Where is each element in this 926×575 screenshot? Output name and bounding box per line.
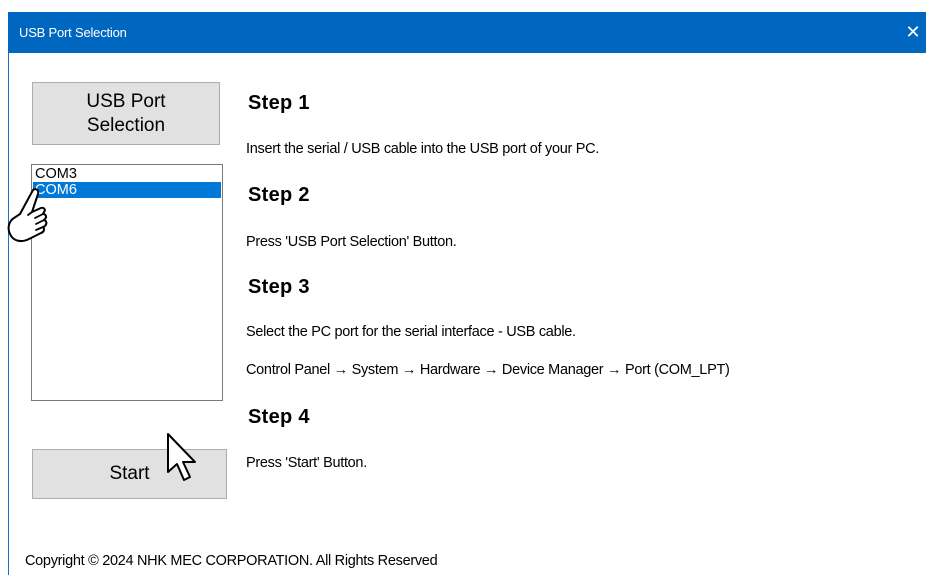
step-1-text: Insert the serial / USB cable into the U… <box>246 141 600 157</box>
step-2-title: Step 2 <box>248 184 310 206</box>
step-1-title: Step 1 <box>248 92 310 114</box>
hand-pointer-icon <box>7 188 48 243</box>
copyright-text: Copyright © 2024 NHK MEC CORPORATION. Al… <box>25 553 438 569</box>
arrow-cursor-icon <box>167 433 196 481</box>
window-title: USB Port Selection <box>19 25 127 40</box>
step-3-text: Select the PC port for the serial interf… <box>246 324 576 340</box>
usb-port-selection-button[interactable]: USB Port Selection <box>32 82 220 145</box>
usb-port-selection-window: USB Port Selection ✕ USB Port Selection … <box>7 12 926 575</box>
port-listbox[interactable]: COM3 COM6 <box>31 164 223 401</box>
step-4-title: Step 4 <box>248 406 310 428</box>
title-bar: USB Port Selection ✕ <box>8 12 926 53</box>
step-3-title: Step 3 <box>248 276 310 298</box>
usb-port-selection-button-label: USB Port Selection <box>86 90 166 136</box>
close-button[interactable]: ✕ <box>899 12 926 53</box>
step-2-text: Press 'USB Port Selection' Button. <box>246 234 457 250</box>
port-list-item-com3[interactable]: COM3 <box>33 166 221 182</box>
port-list-item-com6[interactable]: COM6 <box>33 182 221 198</box>
step-4-text: Press 'Start' Button. <box>246 455 367 471</box>
start-button-label: Start <box>109 463 150 485</box>
step-3-path-text: Control Panel → System → Hardware → Devi… <box>246 362 730 378</box>
